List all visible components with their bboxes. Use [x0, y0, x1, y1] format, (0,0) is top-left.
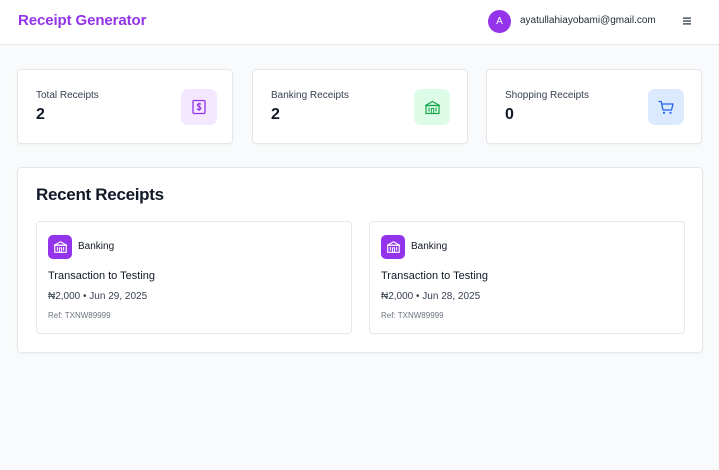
stat-value: 0 [505, 106, 514, 123]
bank-building-icon [48, 235, 72, 259]
receipt-amount-date: ₦2,000 • Jun 29, 2025 [48, 291, 148, 302]
stat-card-shopping: Shopping Receipts 0 [486, 69, 702, 144]
app-header: Receipt Generator A ayatullahiayobami@gm… [0, 0, 719, 45]
receipt-reference: Ref: TXNW89999 [381, 311, 444, 320]
hamburger-menu-icon[interactable] [682, 16, 692, 26]
receipt-amount-date: ₦2,000 • Jun 28, 2025 [381, 291, 481, 302]
bank-building-icon [381, 235, 405, 259]
stat-card-banking: Banking Receipts 2 [252, 69, 468, 144]
shopping-cart-icon [648, 89, 684, 125]
stat-card-total: Total Receipts 2 [17, 69, 233, 144]
receipt-title: Transaction to Testing [48, 270, 156, 282]
receipt-category: Banking [411, 241, 448, 252]
bank-building-icon [414, 89, 450, 125]
receipt-dollar-icon [181, 89, 217, 125]
avatar[interactable]: A [488, 10, 511, 33]
receipt-card[interactable]: Banking Transaction to Testing ₦2,000 • … [369, 221, 685, 334]
receipt-title: Transaction to Testing [381, 270, 489, 282]
stat-label: Total Receipts [36, 90, 99, 101]
stat-value: 2 [271, 106, 280, 123]
recent-receipts-panel: Recent Receipts Banking Transaction to T… [17, 167, 703, 353]
stat-value: 2 [36, 106, 45, 123]
receipt-category: Banking [78, 241, 115, 252]
stat-label: Shopping Receipts [505, 90, 589, 101]
user-email: ayatullahiayobami@gmail.com [520, 15, 656, 26]
receipt-reference: Ref: TXNW89999 [48, 311, 111, 320]
receipt-card[interactable]: Banking Transaction to Testing ₦2,000 • … [36, 221, 352, 334]
app-brand[interactable]: Receipt Generator [18, 12, 146, 29]
stat-label: Banking Receipts [271, 90, 349, 101]
section-title: Recent Receipts [36, 185, 164, 204]
